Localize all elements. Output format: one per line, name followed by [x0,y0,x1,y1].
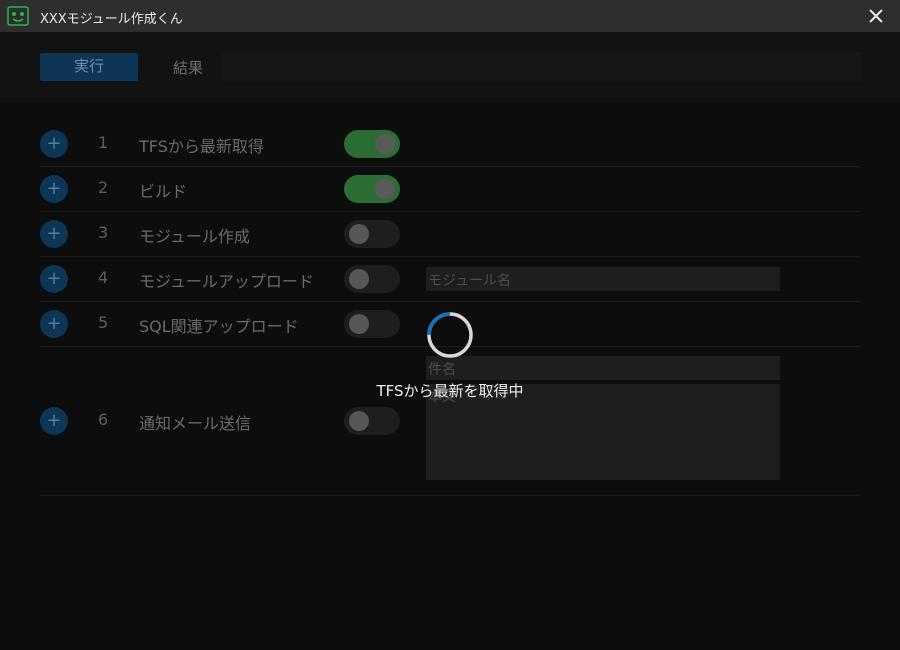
task-toggle[interactable] [344,220,400,248]
result-label: 結果 [173,59,204,77]
toggle-knob [349,269,369,289]
task-label: モジュールアップロード [139,272,314,291]
expand-plus-icon[interactable]: + [40,265,68,293]
toolbar: 実行 結果 [0,32,900,102]
expand-plus-icon[interactable]: + [40,407,68,435]
toggle-knob [349,224,369,244]
mail-subject-field[interactable]: 件名 [426,356,780,380]
face-icon [7,6,29,26]
task-toggle[interactable] [344,310,400,338]
task-label: TFSから最新取得 [139,137,264,156]
task-toggle[interactable] [344,175,400,203]
close-icon[interactable] [866,6,886,26]
task-number: 5 [98,313,109,332]
expand-plus-icon[interactable]: + [40,175,68,203]
task-row: + 6 通知メール送信 件名 本文 [40,347,860,496]
task-number: 6 [98,410,109,429]
window-title: XXXモジュール作成くん [40,12,183,27]
result-field[interactable] [222,52,862,81]
task-number: 3 [98,223,109,242]
title-bar: XXXモジュール作成くん [0,0,900,32]
task-row: + 3 モジュール作成 [40,212,860,257]
task-toggle[interactable] [344,407,400,435]
toggle-knob [349,411,369,431]
run-button[interactable]: 実行 [40,53,138,81]
module-name-field[interactable]: モジュール名 [426,267,780,291]
task-number: 4 [98,268,109,287]
task-row: + 2 ビルド [40,167,860,212]
task-number: 1 [98,133,109,152]
task-row: + 4 モジュールアップロード モジュール名 [40,257,860,302]
task-row: + 1 TFSから最新取得 [40,121,860,167]
toggle-knob [349,314,369,334]
loading-message: TFSから最新を取得中 [376,382,524,400]
task-toggle[interactable] [344,130,400,158]
task-label: SQL関連アップロード [139,317,299,336]
toggle-knob [375,134,395,154]
toggle-knob [375,179,395,199]
expand-plus-icon[interactable]: + [40,130,68,158]
task-label: モジュール作成 [139,227,250,246]
task-label: 通知メール送信 [139,414,252,433]
expand-plus-icon[interactable]: + [40,310,68,338]
loading-spinner-icon [427,312,473,358]
task-toggle[interactable] [344,265,400,293]
expand-plus-icon[interactable]: + [40,220,68,248]
task-label: ビルド [139,182,188,201]
task-number: 2 [98,178,109,197]
